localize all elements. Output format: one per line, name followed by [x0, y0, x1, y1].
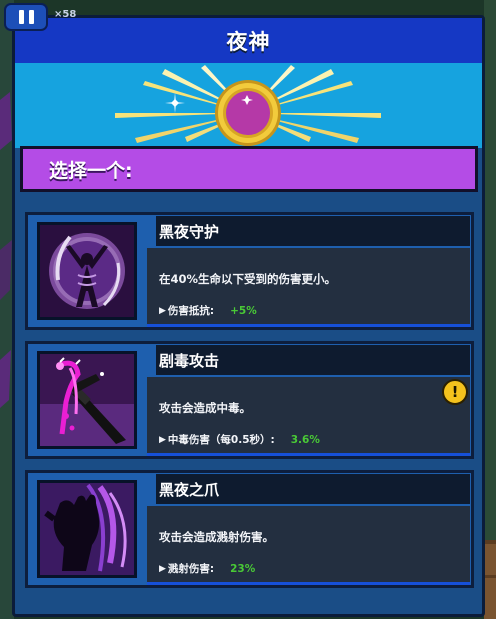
page-title: 夜神	[226, 29, 271, 54]
option-description: 攻击会造成溅射伤害。	[159, 530, 274, 544]
option-card[interactable]: 剧毒攻击 攻击会造成中毒。 ▶ 中毒伤害（每0.5秒）: 3.6% !	[25, 341, 474, 459]
option-stat: ▶ 溅射伤害: 23%	[159, 561, 255, 576]
stat-label: 溅射伤害:	[167, 563, 215, 575]
stat-value: +5%	[230, 304, 257, 317]
option-stat: ▶ 中毒伤害（每0.5秒）: 3.6%	[159, 432, 320, 447]
option-stat: ▶ 伤害抵抗: +5%	[159, 303, 257, 318]
panel-header: 夜神	[15, 18, 482, 66]
option-description: 攻击会造成中毒。	[159, 401, 251, 415]
select-one-bar: 选择一个:	[20, 146, 478, 192]
option-description: 在40%生命以下受到的伤害更小。	[159, 272, 337, 286]
stat-label: 中毒伤害（每0.5秒）:	[167, 434, 275, 446]
sparkle-icon	[165, 93, 185, 113]
poison-dagger-icon	[37, 351, 137, 449]
stat-label: 伤害抵抗:	[167, 305, 215, 317]
option-name: 剧毒攻击	[159, 352, 220, 370]
option-card[interactable]: 黑夜之爪 攻击会造成溅射伤害。 ▶ 溅射伤害: 23%	[25, 470, 474, 588]
arrow-right-icon: ▶	[159, 563, 166, 574]
option-name: 黑夜守护	[159, 223, 220, 241]
pause-icon	[18, 10, 24, 24]
moon-emblem-banner	[15, 63, 482, 148]
moon-emblem	[115, 65, 381, 146]
option-name: 黑夜之爪	[159, 481, 220, 499]
option-card[interactable]: 黑夜守护 在40%生命以下受到的伤害更小。 ▶ 伤害抵抗: +5%	[25, 212, 474, 330]
stat-value: 3.6%	[290, 433, 320, 446]
alert-badge-icon: !	[442, 379, 468, 405]
arrow-right-icon: ▶	[159, 305, 166, 316]
pause-button[interactable]	[4, 3, 48, 31]
skill-select-panel: 夜神 选择一个: 黑夜守护 在40%生命以下受到的伤害更小。 ▶ 伤害抵抗: +…	[12, 15, 485, 617]
night-claw-icon	[37, 480, 137, 578]
corner-text: ×58	[54, 9, 77, 20]
shielded-figure-icon	[37, 222, 137, 320]
stat-value: 23%	[230, 562, 256, 575]
arrow-right-icon: ▶	[159, 434, 166, 445]
select-one-title: 选择一个:	[49, 159, 133, 182]
